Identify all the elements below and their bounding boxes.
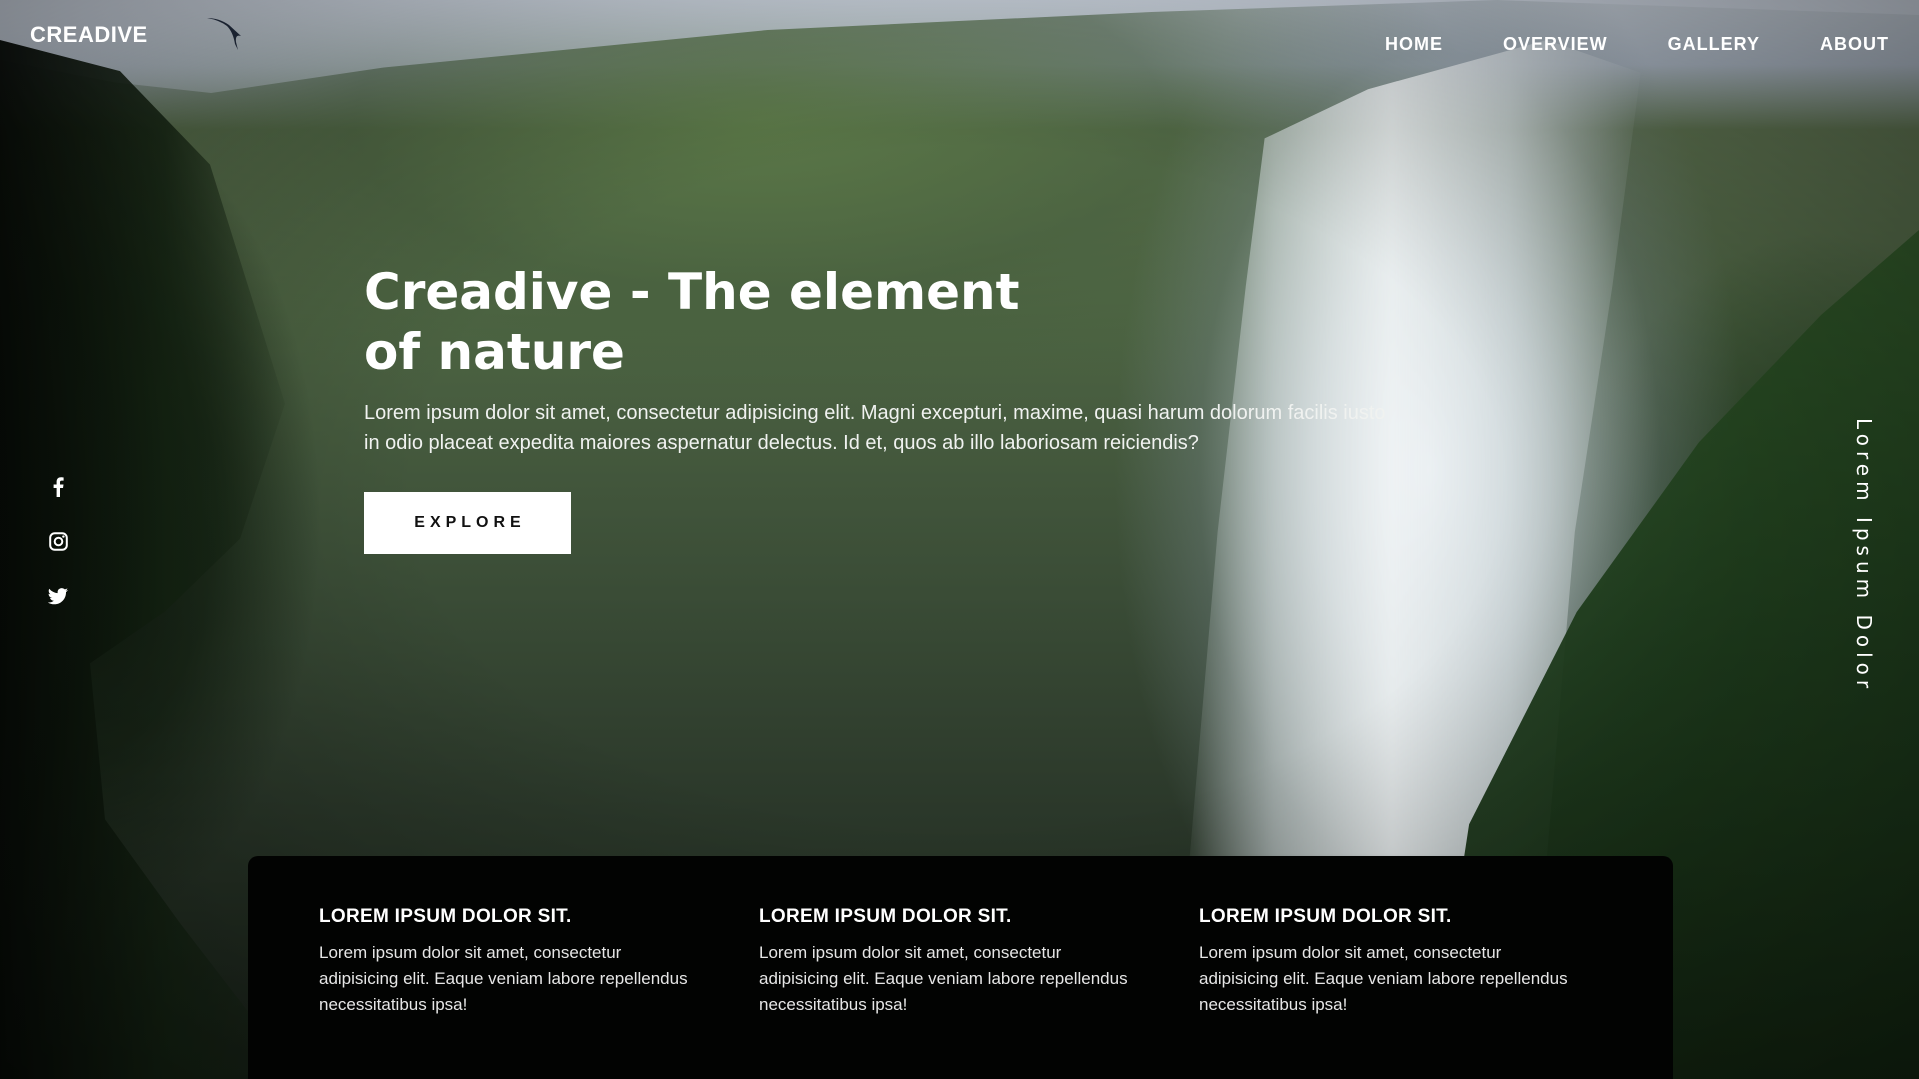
hero-title-line-2: of nature [364, 323, 625, 381]
hero-title-line-1: Creadive - The element [364, 263, 1020, 321]
feature-item: LOREM IPSUM DOLOR SIT. Lorem ipsum dolor… [759, 906, 1139, 1018]
nav-about[interactable]: ABOUT [1820, 34, 1889, 58]
hero-section: CREADIVE HOME OVERVIEW GALLERY ABOUT Cre… [0, 0, 1919, 1079]
feature-text: Lorem ipsum dolor sit amet, consectetur … [759, 943, 1128, 1014]
feature-title: LOREM IPSUM DOLOR SIT. [1199, 906, 1452, 927]
feature-title: LOREM IPSUM DOLOR SIT. [319, 906, 572, 927]
feature-text: Lorem ipsum dolor sit amet, consectetur … [1199, 943, 1568, 1014]
facebook-icon[interactable] [48, 474, 68, 499]
nav-gallery[interactable]: GALLERY [1668, 34, 1760, 58]
side-vertical-text: Lorem Ipsum Dolor [1852, 418, 1876, 694]
hero-title: Creadive - The element of nature [364, 262, 1124, 382]
feature-text: Lorem ipsum dolor sit amet, consectetur … [319, 943, 688, 1014]
site-logo[interactable]: CREADIVE [30, 22, 148, 48]
nav-overview[interactable]: OVERVIEW [1503, 34, 1608, 58]
features-panel: LOREM IPSUM DOLOR SIT. Lorem ipsum dolor… [248, 856, 1673, 1079]
hero-description: Lorem ipsum dolor sit amet, consectetur … [364, 402, 1386, 454]
main-nav: HOME OVERVIEW GALLERY ABOUT [1325, 34, 1889, 58]
feature-item: LOREM IPSUM DOLOR SIT. Lorem ipsum dolor… [319, 906, 699, 1018]
feature-item: LOREM IPSUM DOLOR SIT. Lorem ipsum dolor… [1199, 906, 1579, 1018]
twitter-icon[interactable] [48, 584, 68, 609]
bird-icon [207, 18, 241, 50]
explore-button[interactable]: EXPLORE [364, 492, 571, 554]
feature-title: LOREM IPSUM DOLOR SIT. [759, 906, 1012, 927]
nav-home[interactable]: HOME [1385, 34, 1443, 58]
social-links [48, 474, 68, 609]
instagram-icon[interactable] [48, 529, 68, 554]
